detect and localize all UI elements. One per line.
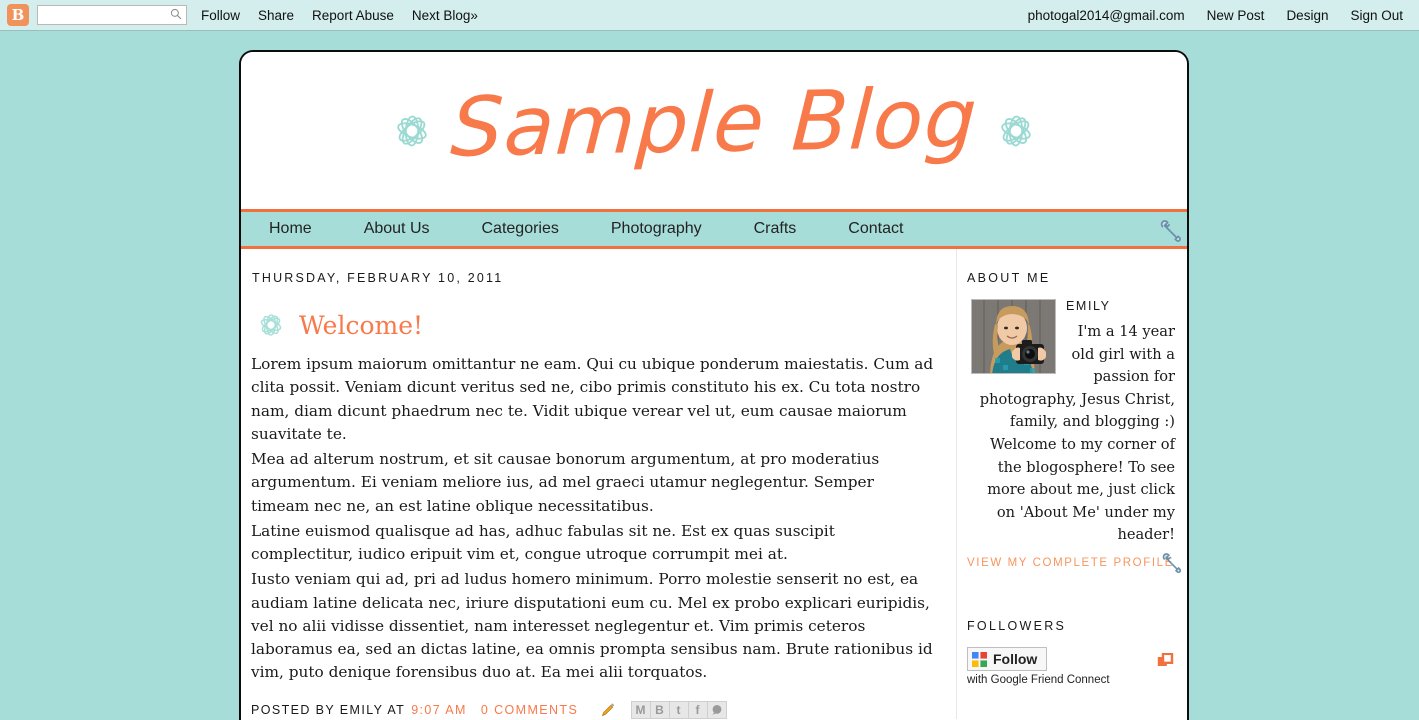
blogger-share-icon[interactable]: B [650, 700, 671, 719]
search-box[interactable] [37, 5, 187, 25]
main-content-column: THURSDAY, FEBRUARY 10, 2011 Welcome! Lor… [241, 249, 956, 719]
post-title-row: Welcome! [251, 305, 934, 345]
blog-header: Sample Blog [241, 52, 1187, 209]
main-navigation: Home About Us Categories Photography Cra… [241, 209, 1187, 249]
page-title: Sample Blog [448, 70, 981, 176]
navbar-link-design[interactable]: Design [1286, 8, 1328, 23]
about-me-heading: ABOUT ME [967, 271, 1051, 285]
navbar-link-share[interactable]: Share [258, 8, 294, 23]
flower-icon [260, 314, 282, 336]
post-date: THURSDAY, FEBRUARY 10, 2011 [252, 271, 504, 285]
wrench-screwdriver-icon[interactable] [1161, 553, 1183, 575]
navbar-link-new-post[interactable]: New Post [1207, 8, 1265, 23]
menu-item-photography[interactable]: Photography [611, 220, 702, 238]
post-footer: POSTED BY EMILY AT 9:07 AM 0 COMMENTS M … [251, 700, 934, 719]
menu-item-home[interactable]: Home [269, 220, 312, 238]
pinterest-share-icon[interactable] [707, 700, 728, 719]
post-time[interactable]: 9:07 AM [411, 703, 467, 717]
wrench-screwdriver-icon[interactable] [1159, 220, 1183, 244]
google-friend-connect-icon [972, 651, 987, 667]
post-body: Lorem ipsum maiorum omittantur ne eam. Q… [251, 353, 934, 685]
follow-button[interactable]: Follow [967, 647, 1048, 672]
flower-icon [1001, 115, 1031, 146]
share-bar: M B t f [631, 700, 728, 719]
follow-row: Follow with Google Friend Connect [967, 647, 1175, 686]
facebook-share-icon[interactable]: f [688, 700, 709, 719]
search-input[interactable] [37, 5, 187, 25]
followers-heading: FOLLOWERS [967, 619, 1067, 634]
blog-container: Sample Blog Home About Us Categories Pho… [239, 50, 1189, 720]
view-profile-link[interactable]: VIEW MY COMPLETE PROFILE [967, 547, 1182, 574]
blogger-navbar: B Follow Share Report Abuse Next Blog» p… [0, 0, 1419, 31]
twitter-share-icon[interactable]: t [669, 700, 690, 719]
blog-title-row: Sample Blog [383, 52, 1045, 233]
sidebar: ABOUT ME EMILY I'm a 14 year old girl wi… [956, 249, 1187, 719]
view-profile-label: VIEW MY COMPLETE PROFILE [967, 557, 1174, 570]
post-paragraph: Iusto veniam qui ad, pri ad ludus homero… [251, 570, 933, 682]
post-author-label: POSTED BY EMILY AT [251, 702, 406, 717]
post-paragraph: Lorem ipsum maiorum omittantur ne eam. Q… [251, 355, 934, 443]
navbar-link-sign-out[interactable]: Sign Out [1350, 8, 1403, 23]
blog-body: THURSDAY, FEBRUARY 10, 2011 Welcome! Lor… [241, 249, 1187, 719]
navbar-user-email[interactable]: photogal2014@gmail.com [1028, 8, 1185, 23]
post-comments-link[interactable]: 0 COMMENTS [481, 703, 578, 717]
post-paragraph: Latine euismod qualisque ad has, adhuc f… [251, 521, 835, 563]
avatar[interactable] [971, 299, 1056, 374]
post-title[interactable]: Welcome! [299, 311, 423, 340]
navbar-link-follow[interactable]: Follow [201, 8, 240, 23]
menu-item-categories[interactable]: Categories [482, 220, 559, 238]
navbar-link-next-blog[interactable]: Next Blog» [412, 8, 478, 23]
menu-item-contact[interactable]: Contact [848, 220, 903, 238]
copy-icon[interactable] [1157, 653, 1175, 671]
gmail-share-icon[interactable]: M [631, 700, 652, 719]
pencil-icon[interactable] [600, 702, 616, 718]
follow-button-label: Follow [993, 651, 1038, 668]
post-paragraph: Mea ad alterum nostrum, et sit causae bo… [251, 450, 880, 515]
navbar-link-report-abuse[interactable]: Report Abuse [312, 8, 394, 23]
menu-item-crafts[interactable]: Crafts [754, 220, 797, 238]
flower-icon [397, 115, 427, 146]
blogger-logo-icon[interactable]: B [7, 4, 29, 26]
menu-item-about-us[interactable]: About Us [364, 220, 430, 238]
navbar-right-group: photogal2014@gmail.com New Post Design S… [1006, 8, 1419, 23]
follow-group: Follow with Google Friend Connect [967, 647, 1110, 686]
follow-subtitle: with Google Friend Connect [967, 673, 1110, 686]
